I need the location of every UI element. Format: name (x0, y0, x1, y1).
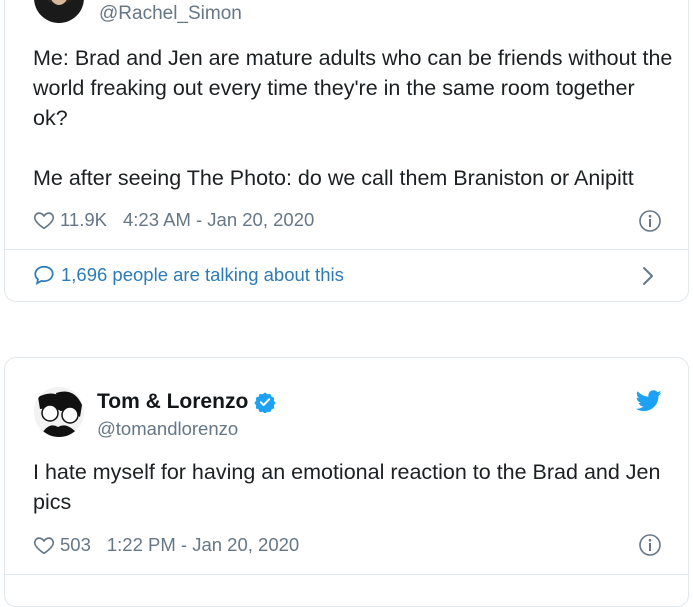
like-count[interactable]: 11.9K (60, 209, 107, 231)
tweet-meta: 503 1:22 PM - Jan 20, 2020 (33, 534, 299, 556)
talking-link[interactable]: 1,696 people are talking about this (33, 264, 344, 286)
twitter-bird-icon[interactable] (636, 390, 662, 412)
tweet-text: Me: Brad and Jen are mature adults who c… (33, 46, 673, 190)
avatar[interactable] (34, 0, 84, 23)
author-name-label: Tom & Lorenzo (97, 390, 249, 413)
talking-label: 1,696 people are talking about this (61, 264, 344, 285)
divider (5, 574, 688, 575)
author-name[interactable]: Tom & Lorenzo (97, 390, 276, 414)
verified-badge-icon (254, 392, 276, 413)
heart-icon[interactable] (33, 209, 55, 231)
info-icon[interactable] (638, 533, 662, 557)
timestamp[interactable]: 4:23 AM - Jan 20, 2020 (123, 209, 314, 231)
heart-icon[interactable] (33, 534, 55, 556)
author-handle[interactable]: @tomandlorenzo (97, 418, 238, 440)
divider (5, 249, 688, 250)
tweet-card-tom-lorenzo: Tom & Lorenzo @tomandlorenzo I hate myse… (4, 357, 689, 607)
tweet-text: I hate myself for having an emotional re… (33, 460, 661, 514)
tweet-card-rachel-simon: @Rachel_Simon Me: Brad and Jen are matur… (4, 0, 689, 302)
chevron-right-icon[interactable] (641, 265, 655, 287)
tweet-meta: 11.9K 4:23 AM - Jan 20, 2020 (33, 209, 314, 231)
timestamp[interactable]: 1:22 PM - Jan 20, 2020 (107, 534, 299, 556)
author-handle[interactable]: @Rachel_Simon (99, 3, 242, 25)
avatar[interactable] (34, 387, 84, 437)
info-icon[interactable] (638, 209, 662, 233)
avatar-illustration (34, 387, 84, 437)
like-count[interactable]: 503 (60, 534, 91, 556)
speech-bubble-icon (34, 265, 54, 285)
